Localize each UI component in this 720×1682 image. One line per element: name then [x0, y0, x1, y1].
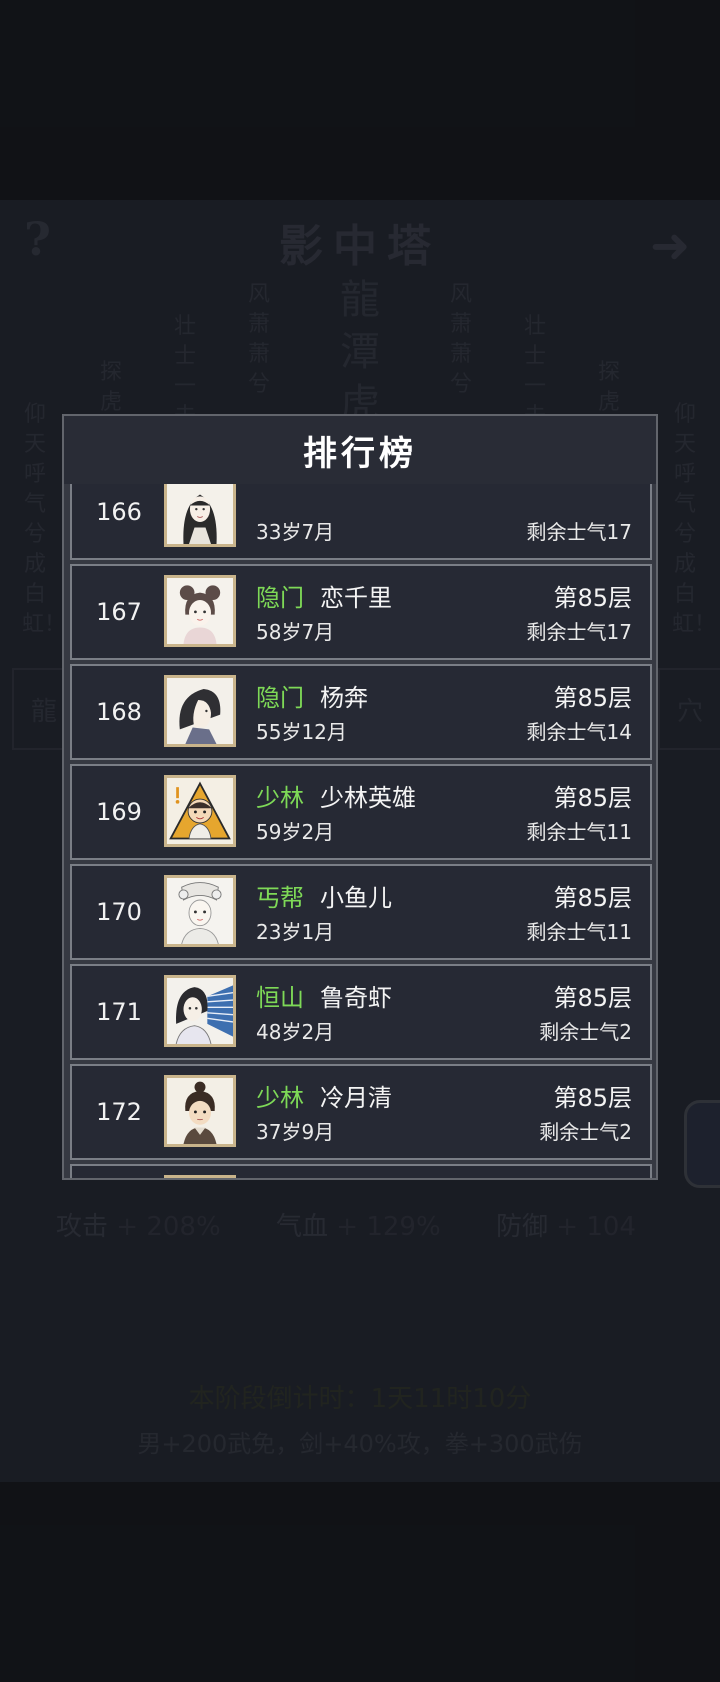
rank-number	[72, 1166, 166, 1178]
portrait-image	[167, 878, 233, 944]
modal-header: 排行榜	[64, 416, 656, 484]
ranking-row[interactable]: 171 恒山 鲁奇虾 48岁2月 第85层剩余士气2	[70, 964, 652, 1060]
sect-name: 少林	[256, 1084, 304, 1112]
rank-number: 172	[96, 1098, 142, 1126]
player-age: 55岁12月	[256, 720, 347, 744]
rank-number: 166	[96, 498, 142, 526]
player-name: 杨奔	[320, 684, 368, 712]
remaining-morale: 剩余士气2	[539, 1120, 632, 1144]
ranking-row[interactable]: 172 少林 冷月清 37岁9月 第85层剩余士气2	[70, 1064, 652, 1160]
portrait-image	[167, 1078, 233, 1144]
player-age: 33岁7月	[256, 520, 335, 544]
tower-floor: 第85层	[553, 984, 632, 1012]
rank-number: 168	[96, 698, 142, 726]
tower-floor: 第85层	[553, 684, 632, 712]
modal-title: 排行榜	[303, 433, 417, 474]
player-avatar[interactable]	[164, 975, 236, 1047]
remaining-morale: 剩余士气17	[526, 520, 632, 544]
portrait-image	[167, 978, 233, 1044]
sect-name: 少林	[256, 784, 304, 812]
ranking-list-content: 166 33岁7月 剩余士气17 167 隐门 恋千里 58岁7月 第85层 剩余士气17 168…	[70, 484, 652, 1178]
rank-number: 169	[96, 798, 142, 826]
portrait-image	[167, 484, 233, 544]
ranking-row[interactable]: 169 少林 少林英雄 59岁2月 第85层剩余士气11	[70, 764, 652, 860]
player-name: 恋千里	[320, 584, 392, 612]
ranking-modal: 排行榜 166 33岁7月 剩余士气17 167 隐门 恋千里 58岁7月 第85层 剩余士气1…	[62, 414, 658, 1180]
ranking-row[interactable]: 166 33岁7月 剩余士气17	[70, 484, 652, 560]
ranking-row[interactable]: 168 隐门 杨奔 55岁12月 第85层剩余士气14	[70, 664, 652, 760]
player-age: 58岁7月	[256, 620, 335, 644]
player-avatar[interactable]	[164, 1175, 236, 1178]
rank-number: 167	[96, 598, 142, 626]
player-name: 鲁奇虾	[320, 984, 392, 1012]
portrait-image	[167, 778, 233, 844]
sect-name: 恒山	[256, 984, 304, 1012]
player-age: 23岁1月	[256, 920, 335, 944]
player-name: 冷月清	[320, 1084, 392, 1112]
player-age: 37岁9月	[256, 1120, 335, 1144]
portrait-image	[167, 578, 233, 644]
tower-floor: 第85层	[553, 784, 632, 812]
ranking-list[interactable]: 166 33岁7月 剩余士气17 167 隐门 恋千里 58岁7月 第85层 剩余士气17 168…	[70, 484, 652, 1178]
player-avatar[interactable]	[164, 875, 236, 947]
sect-name: 隐门	[256, 684, 304, 712]
portrait-image	[167, 678, 233, 744]
player-age: 48岁2月	[256, 1020, 335, 1044]
remaining-morale: 剩余士气14	[526, 720, 632, 744]
player-avatar[interactable]	[164, 484, 236, 547]
remaining-morale: 剩余士气17	[526, 620, 632, 644]
sect-name: 隐门	[256, 584, 304, 612]
remaining-morale: 剩余士气11	[526, 820, 632, 844]
player-name: 少林英雄	[320, 784, 416, 812]
ranking-row[interactable]: 170 丐帮 小鱼儿 23岁1月 第85层剩余士气11	[70, 864, 652, 960]
rank-number: 170	[96, 898, 142, 926]
rank-number: 171	[96, 998, 142, 1026]
sect-name: 丐帮	[256, 884, 304, 912]
player-avatar[interactable]	[164, 1075, 236, 1147]
remaining-morale: 剩余士气11	[526, 920, 632, 944]
remaining-morale: 剩余士气2	[539, 1020, 632, 1044]
ranking-row[interactable]: 167 隐门 恋千里 58岁7月 第85层剩余士气17	[70, 564, 652, 660]
player-avatar[interactable]	[164, 775, 236, 847]
tower-floor: 第85层	[553, 884, 632, 912]
tower-floor: 第85层	[553, 1084, 632, 1112]
tower-floor: 第85层	[553, 584, 632, 612]
player-avatar[interactable]	[164, 675, 236, 747]
ranking-row[interactable]: 少林风无形第85层	[70, 1164, 652, 1178]
player-avatar[interactable]	[164, 575, 236, 647]
player-age: 59岁2月	[256, 820, 335, 844]
player-name: 小鱼儿	[320, 884, 392, 912]
